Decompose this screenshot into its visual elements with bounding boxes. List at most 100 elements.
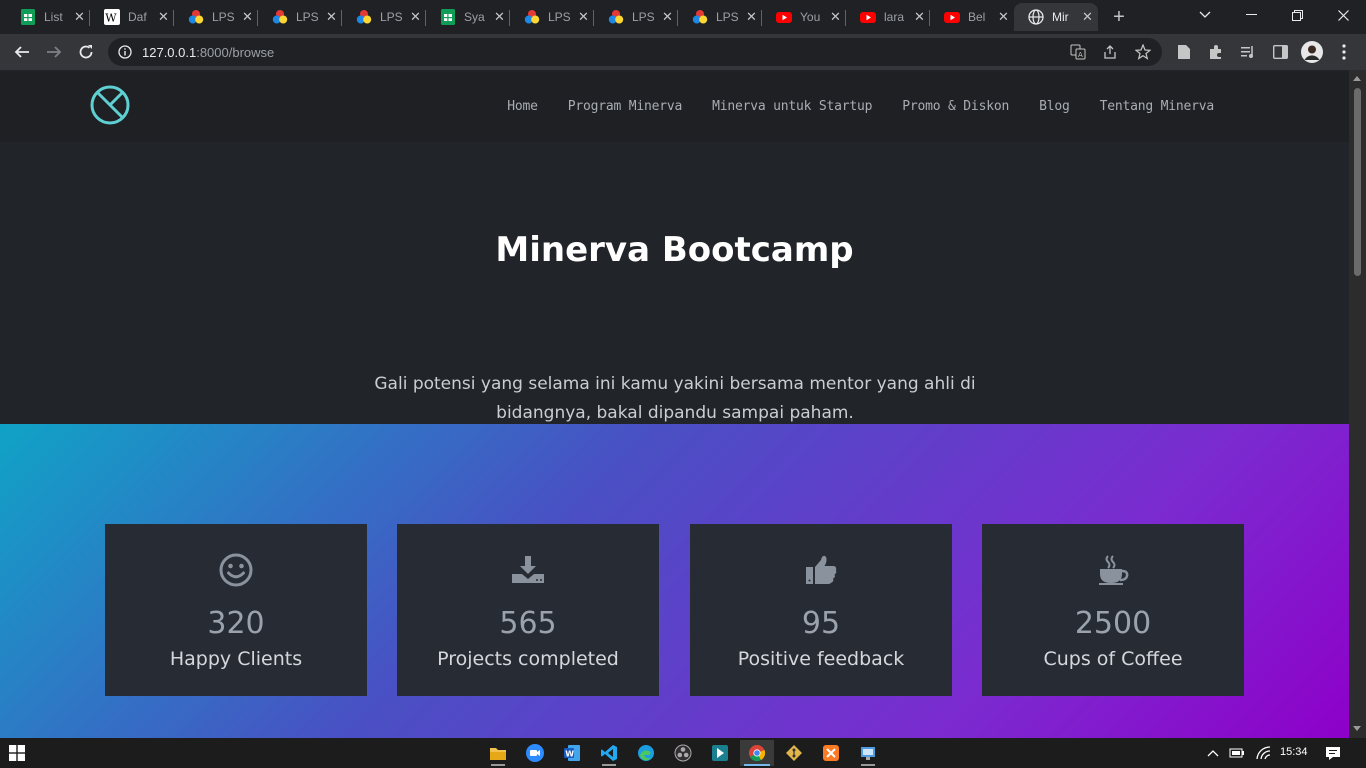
windows-start-icon[interactable] bbox=[0, 740, 34, 766]
tab-title: LPS bbox=[212, 10, 234, 24]
tab-strip: List ✕ W Daf ✕ LPS ✕ LPS ✕ LPS ✕ Sya ✕ LPS ✕ LPS ✕ LPS ✕ Yo… bbox=[0, 0, 1366, 34]
coffee-icon bbox=[982, 552, 1244, 588]
tab-separator bbox=[425, 10, 426, 26]
thumbs-up-icon bbox=[690, 552, 952, 588]
site-info-icon[interactable] bbox=[118, 45, 132, 64]
nav-minerva-startup[interactable]: Minerva untuk Startup bbox=[712, 99, 872, 114]
browser-tab[interactable]: LPS ✕ bbox=[342, 3, 424, 31]
tab-title: Mir bbox=[1052, 10, 1069, 24]
close-tab-icon[interactable]: ✕ bbox=[410, 9, 421, 25]
address-bar[interactable]: 127.0.0.1:8000/browse A bbox=[108, 38, 1162, 66]
notifications-icon[interactable] bbox=[1320, 740, 1346, 766]
stat-value: 320 bbox=[207, 606, 265, 641]
vscode-icon[interactable] bbox=[592, 740, 626, 766]
stat-value: 95 bbox=[801, 606, 841, 641]
battery-icon[interactable] bbox=[1224, 740, 1250, 766]
restore-button[interactable] bbox=[1274, 0, 1320, 30]
url-text: 127.0.0.1:8000/browse bbox=[142, 45, 275, 60]
page-scrollbar[interactable] bbox=[1349, 70, 1366, 738]
chrome-icon[interactable] bbox=[740, 740, 774, 766]
lps-icon bbox=[608, 9, 624, 25]
nav-blog[interactable]: Blog bbox=[1039, 99, 1070, 114]
browser-tab[interactable]: LPS ✕ bbox=[678, 3, 760, 31]
minerva-logo[interactable] bbox=[90, 85, 130, 125]
sheets-icon bbox=[440, 9, 456, 25]
menu-icon[interactable] bbox=[1332, 40, 1356, 64]
forward-icon[interactable] bbox=[42, 40, 66, 64]
file-explorer-icon[interactable] bbox=[481, 740, 515, 766]
lps-icon bbox=[272, 9, 288, 25]
close-window-button[interactable] bbox=[1320, 0, 1366, 30]
browser-tab[interactable]: List ✕ bbox=[6, 3, 88, 31]
tab-title: lara bbox=[884, 10, 905, 24]
tab-separator bbox=[173, 10, 174, 26]
close-tab-icon[interactable]: ✕ bbox=[746, 9, 757, 25]
tab-title: You bbox=[800, 10, 821, 24]
obs-icon[interactable] bbox=[666, 740, 700, 766]
globe-icon bbox=[1028, 9, 1044, 25]
browser-tab[interactable]: LPS ✕ bbox=[594, 3, 676, 31]
side-panel-icon[interactable] bbox=[1268, 40, 1292, 64]
xampp-icon[interactable] bbox=[814, 740, 848, 766]
bookmark-star-icon[interactable] bbox=[1134, 43, 1152, 65]
edge-icon[interactable] bbox=[629, 740, 663, 766]
stat-label: Cups of Coffee bbox=[1043, 648, 1183, 670]
browser-tab[interactable]: lara ✕ bbox=[846, 3, 928, 31]
profile-avatar[interactable] bbox=[1300, 40, 1324, 64]
system-clock[interactable]: 15:34 bbox=[1280, 746, 1308, 758]
stats-section: 320 Happy Clients 565 Projects completed… bbox=[0, 424, 1349, 738]
close-tab-icon[interactable]: ✕ bbox=[914, 9, 925, 25]
browser-tab[interactable]: Mir ✕ bbox=[1014, 3, 1098, 31]
close-tab-icon[interactable]: ✕ bbox=[74, 9, 85, 25]
browser-tab[interactable]: W Daf ✕ bbox=[90, 3, 172, 31]
close-tab-icon[interactable]: ✕ bbox=[1082, 9, 1093, 25]
close-tab-icon[interactable]: ✕ bbox=[494, 9, 505, 25]
document-icon[interactable] bbox=[1172, 40, 1196, 64]
scroll-down-icon[interactable] bbox=[1353, 726, 1361, 731]
stat-card-coffee: 2500 Cups of Coffee bbox=[982, 524, 1244, 696]
tab-search-icon[interactable] bbox=[1182, 0, 1228, 30]
wifi-icon[interactable] bbox=[1250, 740, 1276, 766]
close-tab-icon[interactable]: ✕ bbox=[998, 9, 1009, 25]
close-tab-icon[interactable]: ✕ bbox=[662, 9, 673, 25]
media-control-icon[interactable] bbox=[1236, 40, 1260, 64]
new-tab-button[interactable]: + bbox=[1108, 6, 1130, 28]
share-icon[interactable] bbox=[1102, 44, 1118, 65]
extensions-icon[interactable] bbox=[1204, 40, 1228, 64]
nav-tentang-minerva[interactable]: Tentang Minerva bbox=[1100, 99, 1215, 114]
windows-taskbar: W 15:34 bbox=[0, 738, 1366, 768]
minimize-button[interactable] bbox=[1228, 0, 1274, 30]
back-icon[interactable] bbox=[10, 40, 34, 64]
browser-tab[interactable]: LPS ✕ bbox=[174, 3, 256, 31]
zoom-icon[interactable] bbox=[518, 740, 552, 766]
translate-icon[interactable]: A bbox=[1070, 44, 1086, 65]
lps-icon bbox=[692, 9, 708, 25]
close-tab-icon[interactable]: ✕ bbox=[830, 9, 841, 25]
hero-title: Minerva Bootcamp bbox=[495, 230, 854, 270]
nav-promo-diskon[interactable]: Promo & Diskon bbox=[902, 99, 1009, 114]
close-tab-icon[interactable]: ✕ bbox=[326, 9, 337, 25]
browser-tab[interactable]: You ✕ bbox=[762, 3, 844, 31]
scroll-up-icon[interactable] bbox=[1353, 76, 1361, 81]
browser-tab[interactable]: LPS ✕ bbox=[258, 3, 340, 31]
smile-icon bbox=[105, 552, 367, 588]
browser-tab[interactable]: Sya ✕ bbox=[426, 3, 508, 31]
media-player-icon[interactable] bbox=[703, 740, 737, 766]
close-tab-icon[interactable]: ✕ bbox=[242, 9, 253, 25]
browser-tab[interactable]: Bel ✕ bbox=[930, 3, 1012, 31]
git-client-icon[interactable] bbox=[777, 740, 811, 766]
close-tab-icon[interactable]: ✕ bbox=[158, 9, 169, 25]
nav-program-minerva[interactable]: Program Minerva bbox=[568, 99, 683, 114]
tab-separator bbox=[929, 10, 930, 26]
scrollbar-thumb[interactable] bbox=[1354, 88, 1361, 276]
stat-value: 2500 bbox=[1074, 606, 1152, 641]
hero-subtitle: Gali potensi yang selama ini kamu yakini… bbox=[374, 374, 976, 423]
svg-text:A: A bbox=[1078, 51, 1083, 59]
close-tab-icon[interactable]: ✕ bbox=[578, 9, 589, 25]
youtube-icon bbox=[944, 9, 960, 25]
remote-desktop-icon[interactable] bbox=[851, 740, 885, 766]
nav-home[interactable]: Home bbox=[507, 99, 538, 114]
browser-tab[interactable]: LPS ✕ bbox=[510, 3, 592, 31]
word-icon[interactable]: W bbox=[555, 740, 589, 766]
reload-icon[interactable] bbox=[74, 40, 98, 64]
